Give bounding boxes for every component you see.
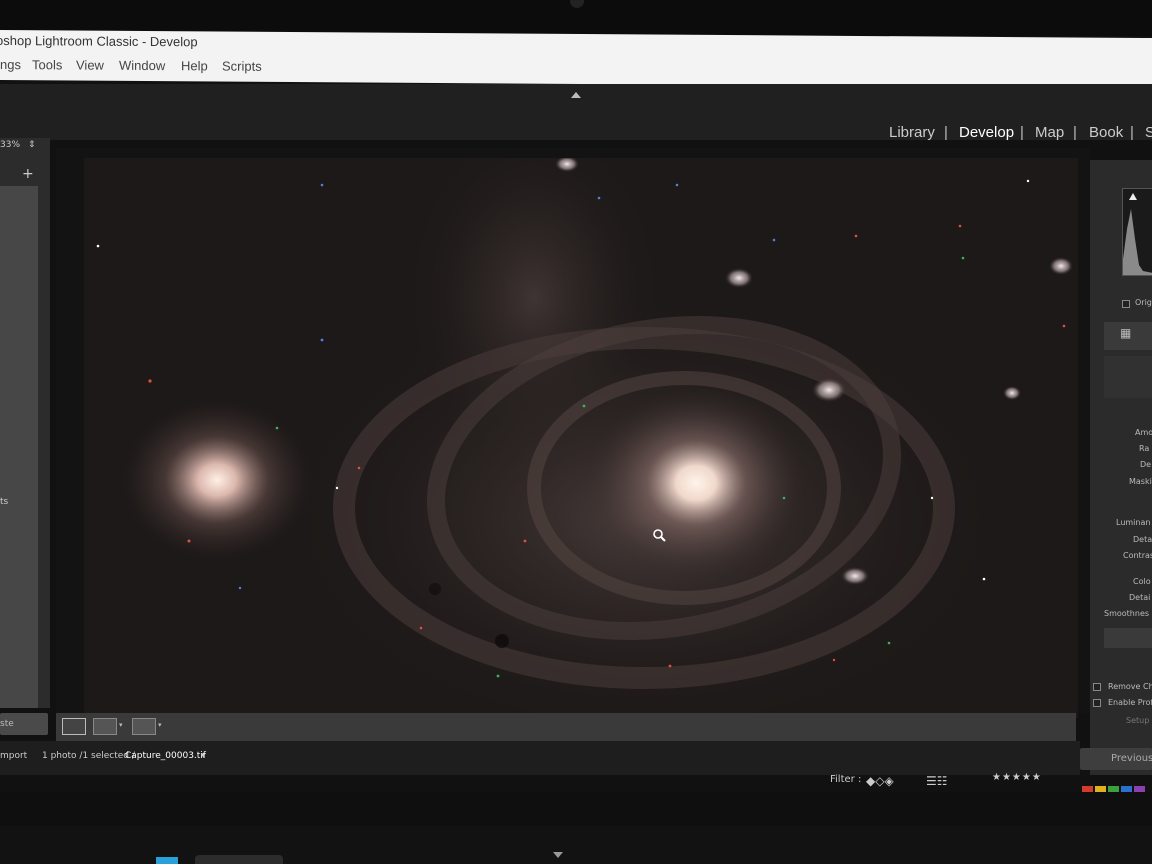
module-develop[interactable]: Develop (959, 124, 1014, 141)
remove-ca-label: Remove Ch (1108, 682, 1152, 691)
histogram-graph (1123, 193, 1152, 275)
updown-arrows-icon[interactable]: ⇕ (28, 140, 36, 150)
sharpen-masking-label: Maski (1129, 477, 1152, 486)
original-label: Orig (1135, 298, 1152, 307)
triangle-up-icon[interactable] (571, 92, 581, 98)
module-slideshow[interactable]: S (1145, 124, 1152, 141)
plus-icon[interactable]: + (22, 166, 34, 182)
original-checkbox[interactable] (1122, 300, 1130, 308)
menu-view[interactable]: View (76, 58, 104, 73)
histogram[interactable] (1122, 188, 1152, 276)
menu-settings[interactable]: ngs (0, 57, 21, 72)
loupe-view-button[interactable] (62, 718, 86, 735)
color-noise-label: Colo (1133, 577, 1151, 586)
sharpen-amount-label: Amo (1135, 428, 1152, 437)
lens-panel-header[interactable] (1104, 628, 1152, 648)
flag-filter-icon[interactable]: ◆◇◈ (866, 774, 894, 788)
chevron-down-icon[interactable]: ▾ (158, 721, 162, 729)
color-detail-label: Detai (1129, 593, 1151, 602)
module-picker: Library | Develop | Map | Book | S (0, 124, 1152, 148)
window-title: oshop Lightroom Classic - Develop (0, 32, 198, 50)
module-library[interactable]: Library (889, 124, 935, 141)
sharpen-detail-label: De (1140, 460, 1152, 469)
module-book[interactable]: Book (1089, 124, 1123, 141)
enable-profile-label: Enable Prof (1108, 698, 1152, 707)
setup-label: Setup (1126, 716, 1150, 725)
luminance-label: Luminan (1116, 518, 1151, 527)
selection-status: 1 photo /1 selected / (42, 751, 135, 761)
galaxy-photo[interactable] (84, 158, 1078, 718)
luminance-detail-label: Deta (1133, 535, 1152, 544)
menu-help[interactable]: Help (181, 58, 208, 73)
menu-scripts[interactable]: Scripts (222, 59, 262, 74)
zoom-level[interactable]: 33% (0, 140, 20, 150)
module-separator: | (1073, 124, 1077, 141)
module-map[interactable]: Map (1035, 124, 1064, 141)
before-after-button[interactable] (93, 718, 117, 735)
module-separator: | (944, 124, 948, 141)
before-after-swap-button[interactable] (132, 718, 156, 735)
crop-tool-icon[interactable]: ▦ (1120, 326, 1131, 340)
paste-button[interactable]: ste (0, 713, 48, 735)
enable-profile-checkbox[interactable] (1093, 699, 1101, 707)
chevron-down-icon[interactable]: ▾ (119, 721, 123, 729)
left-panel-label: ts (0, 497, 9, 507)
taskbar-app-icon[interactable] (156, 857, 178, 864)
taskbar-window-tab[interactable] (195, 855, 283, 864)
triangle-down-icon[interactable] (553, 852, 563, 858)
module-separator: | (1130, 124, 1134, 141)
menu-window[interactable]: Window (119, 58, 165, 73)
develop-toolbar: ▾ ▾ (56, 713, 1076, 741)
chevron-down-icon[interactable]: ▾ (201, 751, 206, 761)
sharpen-radius-label: Ra (1139, 444, 1150, 453)
module-separator: | (1020, 124, 1024, 141)
panel-header (1104, 356, 1152, 398)
galaxy-image (84, 158, 1078, 718)
menu-tools[interactable]: Tools (32, 57, 62, 72)
navigator-preview[interactable] (0, 186, 38, 708)
luminance-contrast-label: Contras (1123, 551, 1152, 560)
remove-ca-checkbox[interactable] (1093, 683, 1101, 691)
rating-filter-stars[interactable]: ★★★★★ (992, 772, 1042, 783)
smoothness-label: Smoothnes (1104, 609, 1150, 618)
edit-filter-icon[interactable]: ☰☷ (926, 774, 948, 788)
previous-button[interactable]: Previous (1080, 748, 1152, 770)
import-button[interactable]: mport (0, 751, 27, 761)
filter-label: Filter : (830, 774, 862, 785)
filename-label[interactable]: Capture_00003.tif (125, 751, 206, 761)
